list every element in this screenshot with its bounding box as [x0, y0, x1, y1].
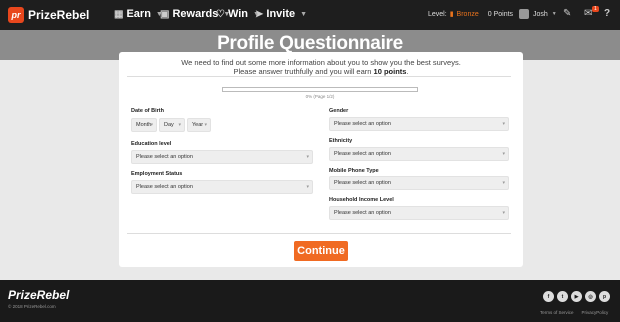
nav-invite-label: Invite	[266, 8, 296, 20]
terms-link[interactable]: Terms of Service	[540, 310, 574, 315]
dob-label: Date of Birth	[131, 108, 164, 114]
progress-label: 0% (Page 1/2)	[305, 94, 335, 99]
intro-line-2: Please answer truthfully and you will ea…	[119, 67, 523, 76]
dob-year-select[interactable]: Year ▾	[187, 118, 211, 132]
facebook-icon[interactable]: f	[543, 291, 554, 302]
dob-month-select[interactable]: Month ▾	[131, 118, 157, 132]
send-icon: ➤	[255, 8, 264, 20]
level-value: Bronze	[456, 10, 479, 18]
brand-logo[interactable]: pr PrizeRebel	[8, 7, 89, 23]
footer-brand[interactable]: PrizeRebel	[8, 288, 69, 302]
level-status: Level: ▮ Bronze 0 Points	[428, 10, 514, 19]
chevron-down-icon: ▼	[300, 10, 308, 18]
medal-icon: ▮	[449, 11, 454, 18]
nav-earn[interactable]: ▦ Earn ▼	[114, 8, 163, 20]
chevron-down-icon: ▾	[178, 122, 181, 128]
dob-day-select[interactable]: Day ▾	[159, 118, 185, 132]
chevron-down-icon: ▾	[204, 122, 207, 128]
employment-value: Please select an option	[136, 184, 193, 190]
employment-select[interactable]: Please select an option ▾	[131, 180, 313, 194]
help-icon[interactable]: ?	[604, 8, 610, 19]
mobile-label: Mobile Phone Type	[329, 168, 379, 174]
earn-icon: ▦	[114, 8, 124, 20]
ethnicity-label: Ethnicity	[329, 138, 353, 144]
income-value: Please select an option	[334, 210, 391, 216]
social-links: f t ▶ ◎ p	[543, 291, 610, 302]
chevron-down-icon: ▼	[551, 11, 557, 17]
intro-points: 10 points	[373, 67, 407, 76]
income-label: Household Income Level	[329, 197, 394, 203]
mobile-value: Please select an option	[334, 180, 391, 186]
nav-rewards-label: Rewards	[172, 8, 219, 20]
chevron-down-icon: ▾	[306, 154, 309, 160]
ethnicity-select[interactable]: Please select an option ▾	[329, 147, 509, 161]
dob-month-value: Month	[136, 122, 152, 128]
dob-day-value: Day	[164, 122, 174, 128]
employment-label: Employment Status	[131, 171, 183, 177]
intro-text: We need to find out some more informatio…	[119, 58, 523, 76]
level-label: Level:	[428, 10, 447, 18]
gender-label: Gender	[329, 108, 349, 114]
divider	[127, 76, 511, 77]
chevron-down-icon: ▾	[502, 210, 505, 216]
divider	[127, 233, 511, 234]
chevron-down-icon: ▾	[502, 151, 505, 157]
footer-links: Terms of Service PrivacyPolicy	[540, 310, 608, 315]
top-nav: pr PrizeRebel ▦ Earn ▼ ▣ Rewards ▼ ♡ Win…	[0, 0, 620, 30]
mobile-select[interactable]: Please select an option ▾	[329, 176, 509, 190]
questionnaire-card: We need to find out some more informatio…	[119, 52, 523, 267]
nav-earn-label: Earn	[126, 8, 151, 20]
chevron-down-icon: ▾	[150, 122, 153, 128]
user-menu[interactable]: Josh ▼	[519, 9, 557, 19]
gender-select[interactable]: Please select an option ▾	[329, 117, 509, 131]
avatar	[519, 9, 529, 19]
points-count: 0 Points	[487, 10, 514, 18]
ethnicity-value: Please select an option	[334, 151, 391, 157]
brand-name: PrizeRebel	[28, 8, 90, 22]
education-select[interactable]: Please select an option ▾	[131, 150, 313, 164]
intro-line-1: We need to find out some more informatio…	[181, 58, 461, 67]
nav-win[interactable]: ♡ Win ▼	[216, 8, 260, 20]
education-label: Education level	[131, 141, 172, 147]
username: Josh	[533, 10, 548, 18]
dob-year-value: Year	[192, 122, 204, 128]
chevron-down-icon: ▾	[502, 121, 505, 127]
mail-badge: 1	[592, 6, 599, 12]
nav-invite[interactable]: ➤ Invite ▼	[255, 8, 307, 20]
youtube-icon[interactable]: ▶	[571, 291, 582, 302]
copyright: © 2018 PrizeRebel.com	[8, 304, 56, 309]
prizerebel-logo-icon: pr	[8, 7, 24, 23]
footer: PrizeRebel © 2018 PrizeRebel.com f t ▶ ◎…	[0, 280, 620, 322]
continue-button[interactable]: Continue	[294, 241, 348, 261]
gender-value: Please select an option	[334, 121, 391, 127]
chevron-down-icon: ▾	[502, 180, 505, 186]
nav-win-label: Win	[227, 8, 249, 20]
intro-line-2-text: Please answer truthfully and you will ea…	[233, 67, 372, 76]
gift-icon: ▣	[160, 8, 170, 20]
income-select[interactable]: Please select an option ▾	[329, 206, 509, 220]
intro-end: .	[406, 67, 409, 76]
heart-icon: ♡	[216, 8, 225, 20]
twitter-icon[interactable]: t	[557, 291, 568, 302]
instagram-icon[interactable]: ◎	[585, 291, 596, 302]
privacy-link[interactable]: PrivacyPolicy	[582, 310, 609, 315]
chevron-down-icon: ▾	[306, 184, 309, 190]
pinterest-icon[interactable]: p	[599, 291, 610, 302]
ticket-icon[interactable]: ✎	[563, 8, 571, 19]
education-value: Please select an option	[136, 154, 193, 160]
progress-bar	[222, 87, 418, 92]
